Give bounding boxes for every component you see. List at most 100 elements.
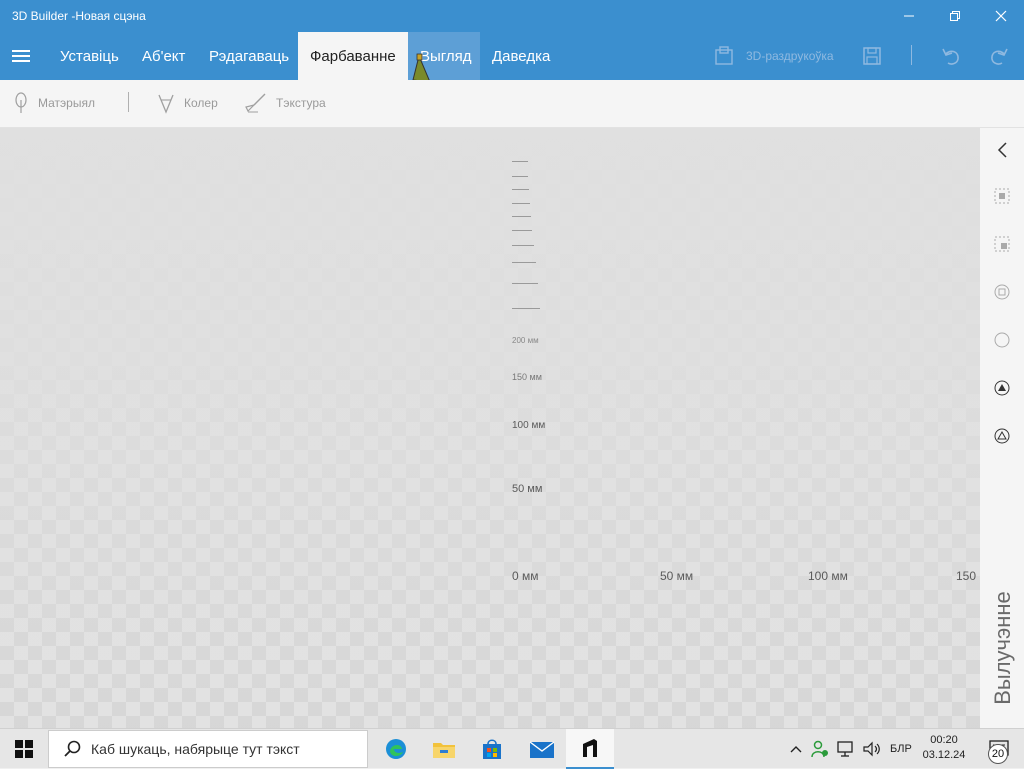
people-icon[interactable] [810, 739, 830, 759]
close-button[interactable] [978, 0, 1024, 32]
folder-icon [433, 743, 455, 758]
texture-icon [245, 93, 266, 113]
ruler-label-x-0: 0 мм [512, 569, 539, 583]
select-circle-button[interactable] [992, 330, 1012, 350]
selection-label: Вылучэнне [990, 591, 1015, 705]
notification-center-button[interactable]: 20 [976, 729, 1024, 769]
window-title: 3D Builder -Новая сцэна [12, 9, 146, 23]
clock-date: 03.12.24 [922, 749, 966, 761]
select-faces-button[interactable] [992, 378, 1012, 398]
search-icon [64, 740, 81, 757]
viewport-fog [0, 128, 980, 728]
ruler-label-100: 100 мм [512, 420, 546, 431]
language-indicator[interactable]: БЛР [890, 743, 912, 755]
material-label: Матэрыял [38, 96, 95, 110]
close-icon [995, 10, 1007, 22]
ruler-label-200: 200 мм [512, 336, 539, 345]
3d-viewport[interactable]: 200 мм 150 мм 100 мм 50 мм 0 мм 50 мм 10… [0, 128, 980, 728]
redo-icon [991, 48, 1008, 65]
restore-icon [950, 11, 960, 21]
objects-icon [994, 284, 1010, 300]
minimize-button[interactable] [886, 0, 932, 32]
chevron-up-icon[interactable] [788, 741, 804, 757]
store-icon [483, 739, 501, 759]
circle-icon [994, 332, 1010, 348]
file-explorer-app[interactable] [420, 729, 468, 769]
undo-icon [942, 48, 959, 65]
save-button[interactable] [862, 32, 882, 80]
select-triangles-button[interactable] [992, 426, 1012, 446]
menu-bar: Уставіць Аб'ект Рэдагаваць Фарбаванне Вы… [0, 32, 1024, 83]
edge-icon [386, 739, 406, 759]
ruler-label-x-50: 50 мм [660, 569, 694, 583]
volume-icon[interactable] [862, 740, 882, 758]
store-app[interactable] [468, 729, 516, 769]
paint-toolbar: Матэрыял Колер Тэкстура [0, 80, 1024, 128]
color-button[interactable]: Колер [156, 92, 218, 114]
triangle-icon [994, 428, 1010, 444]
chevron-left-icon [997, 142, 1007, 158]
ruler-tick [512, 189, 529, 190]
ruler-label-x-100: 100 мм [808, 569, 848, 583]
save-icon [863, 47, 881, 65]
select-all-icon [994, 188, 1010, 204]
ruler-label-x-150: 150 [956, 569, 977, 583]
notification-count-badge: 20 [988, 744, 1008, 764]
3d-builder-app[interactable] [566, 729, 614, 769]
network-icon[interactable] [836, 740, 856, 758]
hamburger-menu-icon[interactable] [12, 50, 30, 62]
faces-icon [994, 380, 1010, 396]
toolbar-divider [128, 92, 129, 112]
ruler-tick [512, 245, 534, 246]
mail-icon [529, 741, 555, 758]
tab-help[interactable]: Даведка [480, 32, 562, 80]
search-placeholder: Каб шукаць, набярыце тут тэкст [91, 741, 300, 757]
undo-button[interactable] [940, 32, 962, 80]
redo-button[interactable] [988, 32, 1010, 80]
material-button[interactable]: Матэрыял [12, 92, 95, 114]
material-icon [15, 92, 27, 113]
windows-logo-icon [15, 740, 33, 758]
title-bar: 3D Builder -Новая сцэна [0, 0, 1024, 32]
color-label: Колер [184, 96, 218, 110]
mail-app[interactable] [518, 729, 566, 769]
texture-button[interactable]: Тэкстура [244, 92, 326, 114]
tab-paint[interactable]: Фарбаванне [298, 32, 408, 80]
restore-button[interactable] [932, 0, 978, 32]
ruler-tick [512, 176, 528, 177]
menu-divider [911, 45, 912, 65]
ruler-label-150: 150 мм [512, 372, 542, 382]
start-button[interactable] [0, 729, 48, 769]
tab-edit[interactable]: Рэдагаваць [197, 32, 301, 80]
deselect-icon [994, 236, 1010, 252]
system-tray: БЛР [788, 729, 912, 769]
taskbar-search-box[interactable]: Каб шукаць, набярыце тут тэкст [48, 730, 368, 768]
3d-builder-icon [583, 739, 597, 757]
collapse-panel-button[interactable] [992, 140, 1012, 160]
print-3d-icon [715, 46, 733, 65]
ruler-tick [512, 283, 538, 284]
ruler-tick [512, 216, 531, 217]
selection-label-container: Вылучэнне [988, 588, 1018, 708]
ruler-tick [512, 203, 530, 204]
taskbar-clock[interactable]: 00:20 03.12.24 [920, 733, 968, 763]
ruler-tick [512, 262, 536, 263]
print-3d-button[interactable]: 3D-раздрукоўка [714, 32, 834, 80]
edge-app[interactable] [372, 729, 420, 769]
minimize-icon [904, 15, 914, 17]
ruler-tick [512, 161, 528, 162]
select-all-button[interactable] [992, 186, 1012, 206]
tab-insert[interactable]: Уставіць [48, 32, 131, 80]
select-objects-button[interactable] [992, 282, 1012, 302]
ruler-label-50: 50 мм [512, 483, 543, 495]
texture-label: Тэкстура [276, 96, 326, 110]
ruler-tick [512, 230, 532, 231]
selection-panel: Вылучэнне [980, 128, 1024, 728]
print-3d-label: 3D-раздрукоўка [746, 49, 834, 63]
color-icon [158, 94, 174, 114]
ruler-tick [512, 308, 540, 309]
tab-object[interactable]: Аб'ект [130, 32, 197, 80]
deselect-button[interactable] [992, 234, 1012, 254]
taskbar: Каб шукаць, набярыце тут тэкст БЛР 00:20… [0, 728, 1024, 769]
clock-time: 00:20 [930, 734, 958, 746]
